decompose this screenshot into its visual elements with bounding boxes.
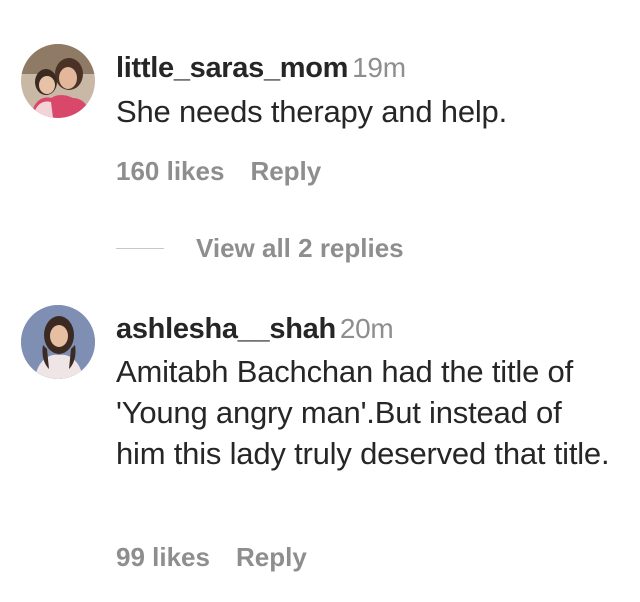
comment-username[interactable]: ashlesha__shah 20m	[116, 313, 394, 346]
likes-count[interactable]: 99 likes	[116, 542, 210, 572]
avatar[interactable]	[21, 305, 95, 379]
comment-meta: 99 likes Reply	[116, 542, 307, 573]
profile-photo-icon	[21, 305, 95, 379]
comment-item: ashlesha__shah 20m Amitabh Bachchan had t…	[0, 0, 640, 602]
comment-text: Amitabh Bachchan had the title of 'Young…	[116, 354, 610, 471]
username-text[interactable]: ashlesha__shah	[116, 313, 336, 345]
reply-button[interactable]: Reply	[236, 542, 307, 572]
comment-timestamp: 20m	[339, 313, 394, 344]
